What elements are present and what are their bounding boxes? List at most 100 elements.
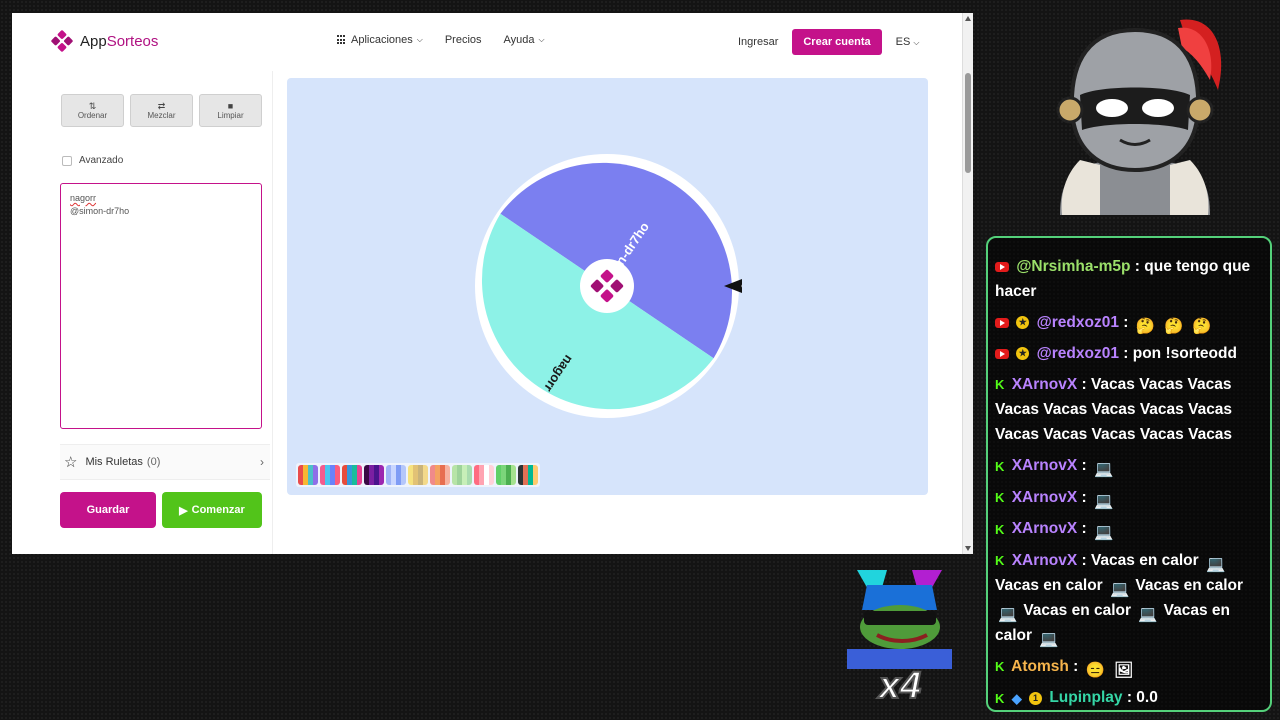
streamer-avatar — [1056, 19, 1222, 215]
main-nav: Aplicaciones ⌵ Precios Ayuda ⌵ — [337, 34, 545, 46]
name-entry: @simon-dr7ho — [70, 206, 130, 216]
sort-label: Ordenar — [77, 111, 108, 120]
chat-text: : 0.0 — [1126, 689, 1158, 707]
mis-ruletas-count: (0) — [146, 456, 161, 468]
account-nav: Ingresar Crear cuenta ES ⌵ — [738, 29, 919, 55]
nav-precios[interactable]: Precios — [445, 34, 482, 46]
chat-text: Vacas en calor — [1023, 602, 1132, 620]
chat-text: : Vacas en calor — [1081, 551, 1199, 569]
kick-icon: K — [995, 458, 1005, 474]
shuffle-button[interactable]: ⇄ Mezclar — [130, 94, 193, 127]
logo-icon — [50, 29, 74, 53]
start-button[interactable]: ▶ Comenzar — [162, 492, 262, 528]
names-textarea[interactable]: nagorr @simon-dr7ho — [60, 183, 262, 429]
chat-message: K XArnovX : 💻 — [995, 453, 1262, 478]
member-badge-icon: ★ — [1016, 347, 1030, 361]
palette-swatch[interactable] — [430, 465, 450, 485]
spin-wheel[interactable]: @simon-dr7ho nagorr — [472, 151, 742, 421]
laptop-emote-icon: 💻 — [1093, 492, 1114, 510]
youtube-icon — [995, 317, 1009, 328]
pepe-emote-overlay: x4 — [847, 570, 952, 705]
gift-badge-icon: ◆ — [1011, 690, 1022, 706]
app-logo[interactable]: AppSorteos — [50, 29, 158, 53]
name-entry: nagorr — [70, 193, 97, 203]
advanced-toggle[interactable]: Avanzado — [62, 155, 123, 166]
thinking-emoji-icon: 🤔 — [1164, 317, 1184, 335]
mis-ruletas-label: Mis Ruletas — [85, 456, 143, 468]
browser-scrollbar[interactable] — [962, 13, 973, 554]
nav-ayuda[interactable]: Ayuda ⌵ — [504, 34, 545, 46]
laptop-emote-icon: 💻 — [1093, 524, 1114, 542]
chevron-down-icon: ⌵ — [416, 35, 423, 44]
apps-grid-icon — [337, 35, 347, 45]
palette-swatch[interactable] — [518, 465, 538, 485]
laptop-emote-icon: 💻 — [1093, 461, 1114, 479]
sort-button[interactable]: ⇅ Ordenar — [61, 94, 124, 127]
tier-badge-icon: 1 — [1029, 691, 1043, 705]
entries-panel: ⇅ Ordenar ⇄ Mezclar ■ Limpiar Avanzado n… — [48, 71, 273, 554]
chat-message: ★ @redxoz01 : pon !sorteodd — [995, 341, 1262, 366]
chat-username: XArnovX — [1011, 488, 1078, 506]
trash-icon: ■ — [227, 101, 234, 111]
browser-window: AppSorteos Aplicaciones ⌵ Precios Ayuda … — [12, 13, 973, 554]
laptop-emote-icon: 💻 — [1110, 580, 1130, 598]
create-account-button[interactable]: Crear cuenta — [792, 29, 882, 55]
chat-text: Vacas en calor — [995, 577, 1103, 595]
chat-text: : — [1081, 488, 1087, 506]
chat-username: XArnovX — [1011, 457, 1078, 475]
color-palette — [296, 463, 540, 487]
palette-swatch[interactable] — [320, 465, 340, 485]
star-icon: ☆ — [64, 454, 78, 471]
advanced-checkbox[interactable] — [62, 155, 72, 166]
chat-message: K ◆ 1 Lupinplay : 0.0 — [995, 685, 1262, 710]
thinking-emoji-icon: 🤔 — [1192, 317, 1212, 335]
language-selector[interactable]: ES ⌵ — [896, 36, 920, 48]
multiplier-label: x4 — [877, 665, 921, 705]
chat-message: K XArnovX : Vacas Vacas Vacas Vacas Vaca… — [995, 372, 1262, 447]
thinking-emoji-icon: 🤔 — [1135, 317, 1156, 335]
login-link[interactable]: Ingresar — [738, 36, 778, 48]
palette-swatch[interactable] — [408, 465, 428, 485]
shuffle-label: Mezclar — [147, 111, 176, 120]
palette-swatch[interactable] — [342, 465, 362, 485]
start-label: Comenzar — [191, 504, 245, 516]
advanced-label: Avanzado — [79, 155, 124, 166]
green-face-emote-icon: 😑 — [1085, 661, 1105, 679]
palette-swatch[interactable] — [452, 465, 472, 485]
nav-aplicaciones[interactable]: Aplicaciones ⌵ — [337, 34, 423, 46]
nav-aplicaciones-label: Aplicaciones — [351, 34, 413, 46]
play-icon: ▶ — [179, 504, 188, 517]
laptop-emote-icon: 💻 — [1039, 630, 1059, 648]
youtube-icon — [995, 261, 1009, 272]
scrollbar-thumb[interactable] — [965, 73, 971, 173]
chat-text: : — [1081, 457, 1087, 475]
palette-swatch[interactable] — [474, 465, 494, 485]
sort-icon: ⇅ — [88, 101, 97, 111]
chevron-right-icon: › — [260, 455, 264, 469]
top-navigation: AppSorteos Aplicaciones ⌵ Precios Ayuda … — [12, 13, 962, 71]
chat-text: : — [1081, 520, 1087, 538]
chat-username: @redxoz01 — [1036, 345, 1119, 362]
palette-swatch[interactable] — [496, 465, 516, 485]
chat-message: K Atomsh : 😑 🖼 — [995, 654, 1262, 679]
entries-toolbar: ⇅ Ordenar ⇄ Mezclar ■ Limpiar — [61, 94, 262, 127]
chat-message: K XArnovX : 💻 — [995, 485, 1262, 510]
clear-button[interactable]: ■ Limpiar — [199, 94, 262, 127]
chat-username: @redxoz01 — [1036, 314, 1119, 331]
chat-message: @Nrsimha-m5p : que tengo que hacer — [995, 254, 1262, 304]
laptop-emote-icon: 💻 — [1205, 555, 1226, 573]
scroll-up-icon[interactable] — [965, 16, 971, 21]
kick-icon: K — [995, 490, 1005, 506]
clear-label: Limpiar — [217, 111, 244, 120]
chat-message: K XArnovX : Vacas en calor 💻 Vacas en ca… — [995, 548, 1262, 648]
palette-swatch[interactable] — [386, 465, 406, 485]
wheel-hub — [580, 259, 634, 313]
save-button[interactable]: Guardar — [60, 492, 156, 528]
mis-ruletas-row[interactable]: ☆ Mis Ruletas (0) › — [60, 444, 270, 480]
palette-swatch[interactable] — [298, 465, 318, 485]
chat-username: XArnovX — [1011, 520, 1078, 538]
scroll-down-icon[interactable] — [965, 546, 971, 551]
photo-emote-icon: 🖼 — [1113, 661, 1134, 679]
chat-text: Vacas en calor — [1135, 577, 1244, 595]
palette-swatch[interactable] — [364, 465, 384, 485]
